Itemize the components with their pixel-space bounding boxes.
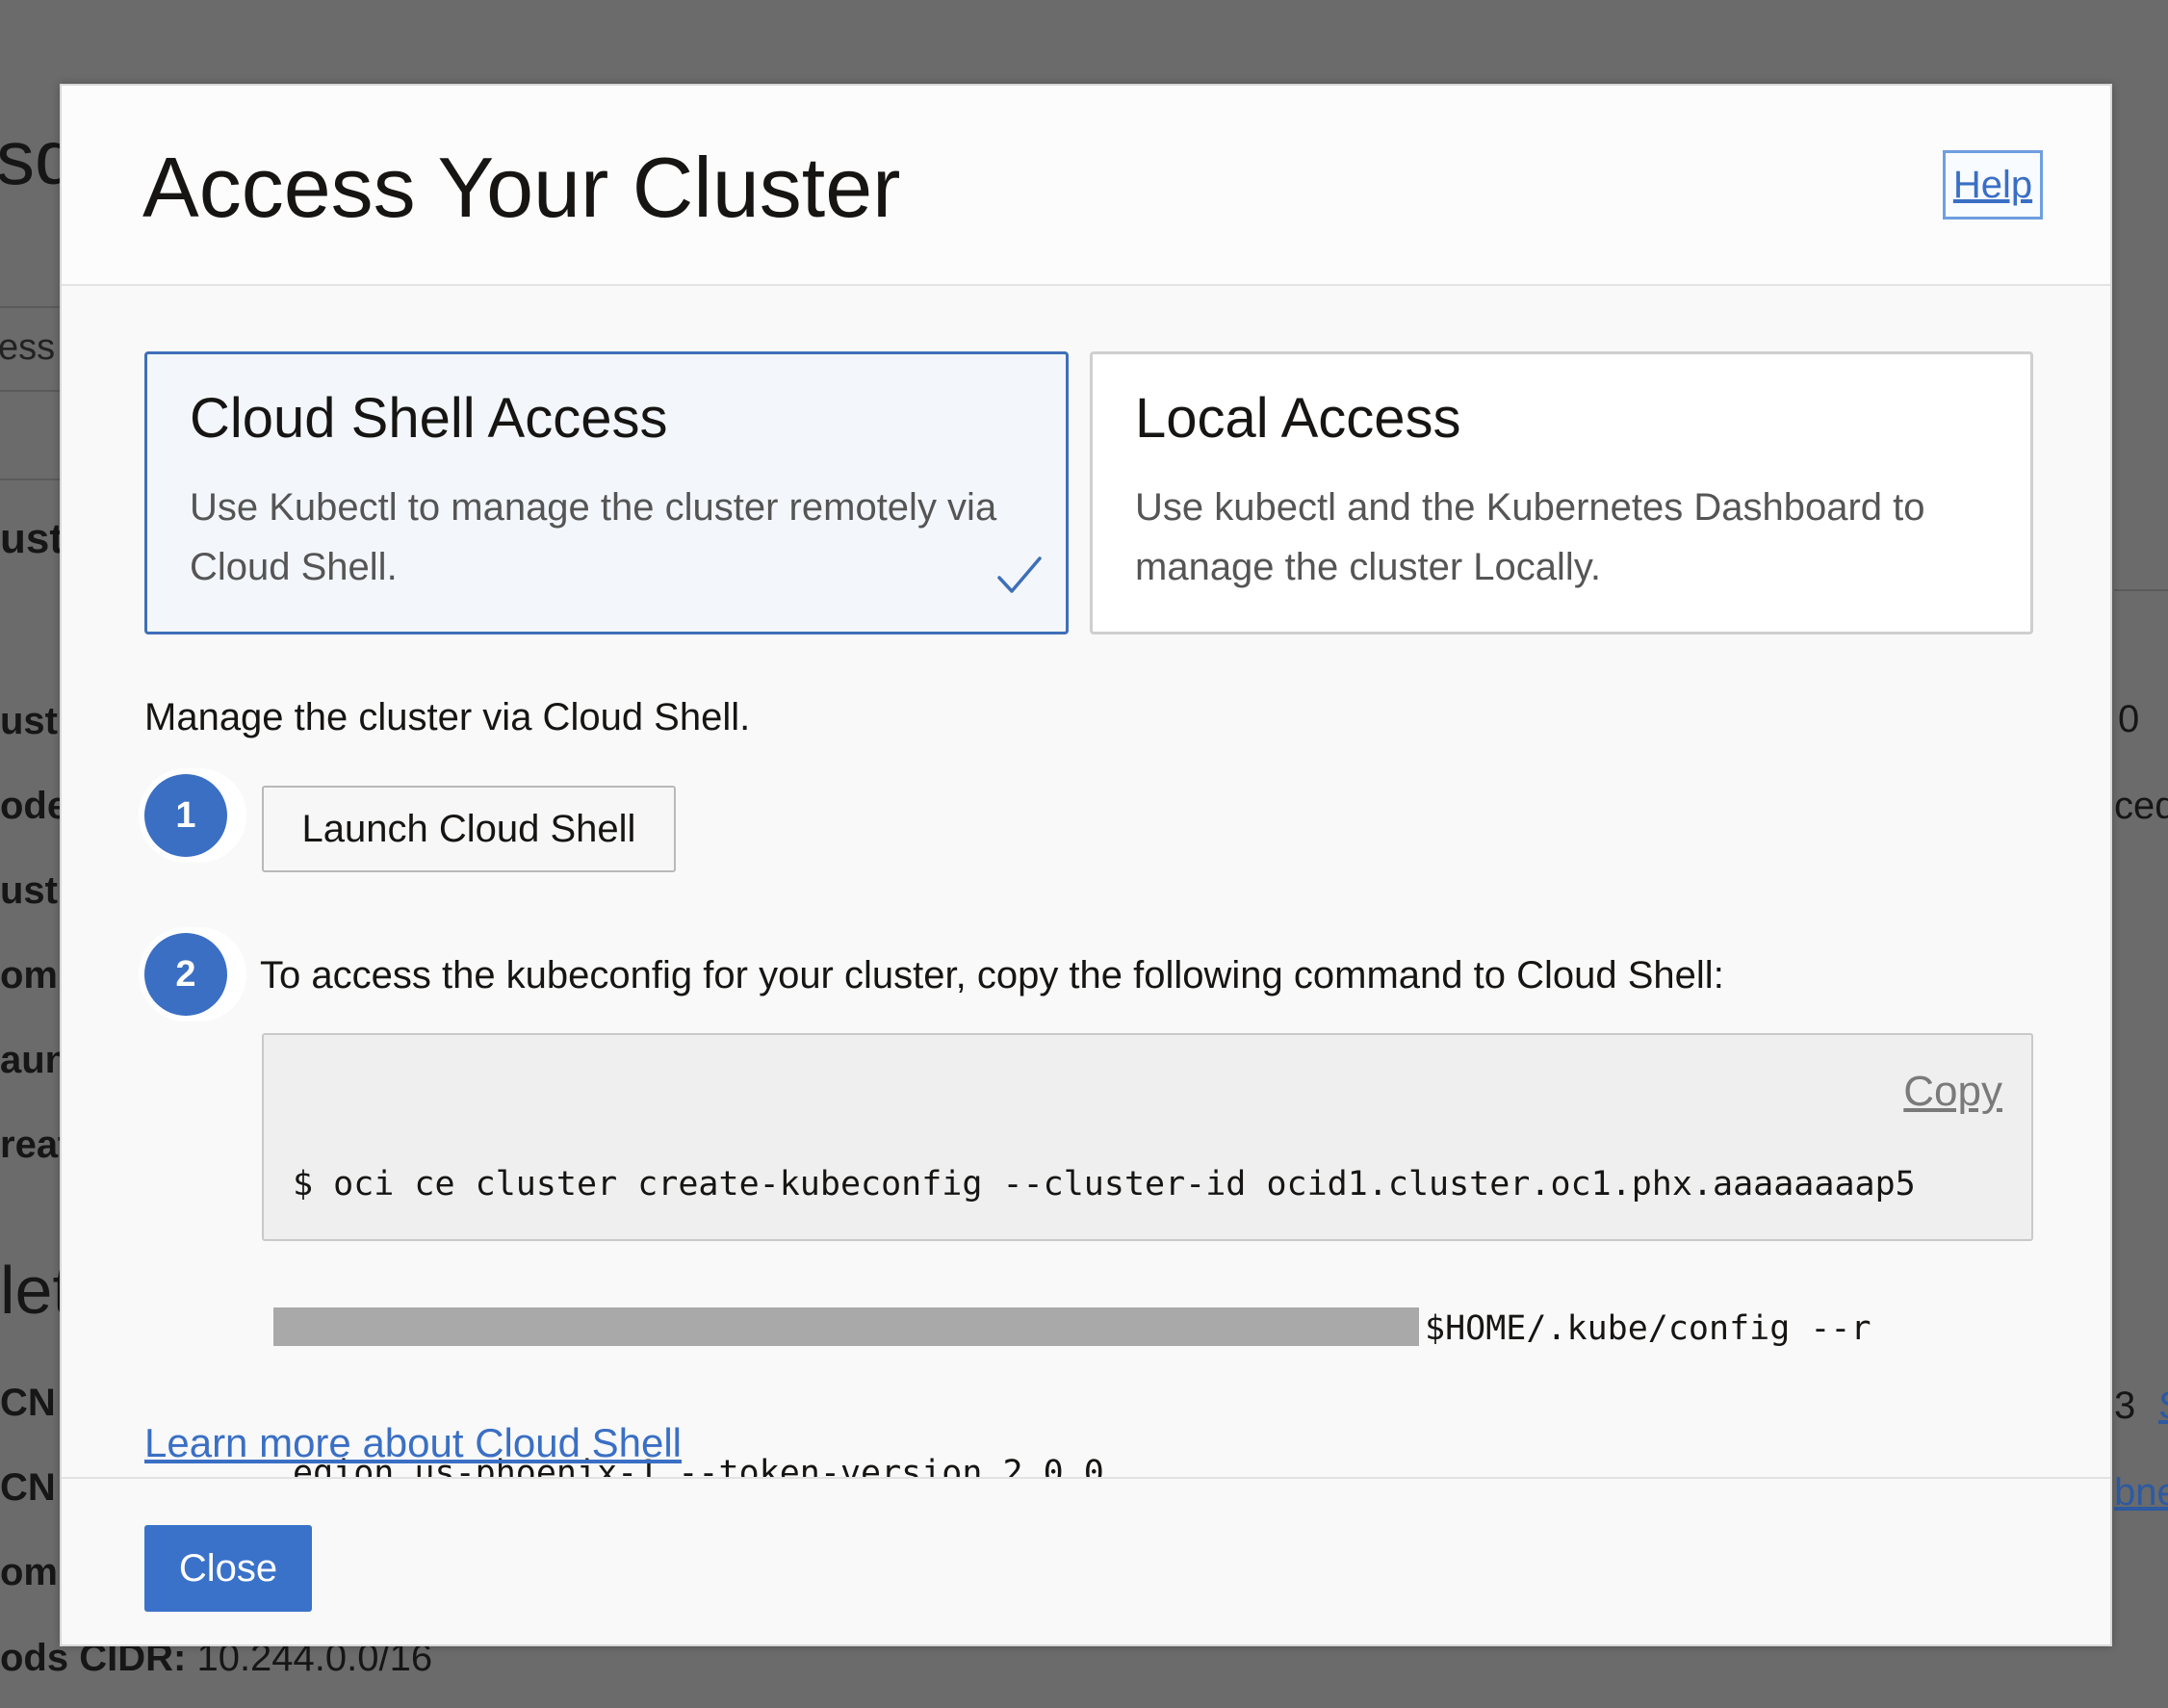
redacted-region	[273, 1307, 1419, 1346]
bg-fragment: ced	[2114, 785, 2168, 827]
close-button[interactable]: Close	[144, 1525, 312, 1612]
bg-fragment: 3	[2114, 1385, 2136, 1427]
checkmark-icon	[997, 556, 1042, 593]
dialog-header: Access Your Cluster Help	[62, 86, 2110, 286]
access-cluster-dialog: Access Your Cluster Help Cloud Shell Acc…	[60, 84, 2112, 1646]
learn-more-link[interactable]: Learn more about Cloud Shell	[144, 1416, 682, 1470]
dialog-footer: Close	[62, 1477, 2110, 1644]
tile-description: Use Kubectl to manage the cluster remote…	[190, 486, 997, 588]
tile-title: Cloud Shell Access	[190, 387, 668, 450]
command-line-2-text: $HOME/.kube/config --r	[1425, 1309, 1871, 1348]
kubeconfig-instruction: To access the kubeconfig for your cluste…	[260, 954, 1724, 996]
bg-fragment: CN	[0, 1466, 56, 1509]
bg-fragment: CN	[0, 1382, 56, 1424]
bg-fragment: ode	[0, 785, 69, 827]
bg-divider	[2114, 589, 2168, 591]
bg-fragment: aun	[0, 1039, 69, 1081]
bg-divider	[0, 306, 60, 308]
bg-fragment: ess	[0, 327, 56, 368]
bg-fragment: 0	[2118, 698, 2140, 740]
help-link[interactable]: Help	[1943, 150, 2043, 220]
bg-fragment: ust	[0, 869, 58, 912]
manage-cluster-text: Manage the cluster via Cloud Shell.	[144, 696, 751, 738]
tile-local-access[interactable]: Local Access Use kubectl and the Kuberne…	[1090, 351, 2033, 634]
copy-link[interactable]: Copy	[1903, 1068, 2002, 1116]
dialog-title: Access Your Cluster	[142, 140, 901, 235]
tile-cloud-shell-access[interactable]: Cloud Shell Access Use Kubectl to manage…	[144, 351, 1069, 634]
command-line-1: $ oci ce cluster create-kubeconfig --clu…	[293, 1165, 1916, 1203]
step-number-badge: 2	[144, 933, 227, 1016]
tile-description: Use kubectl and the Kubernetes Dashboard…	[1135, 486, 1925, 588]
command-line-2: $HOME/.kube/config --r	[273, 1305, 1871, 1353]
bg-fragment: ust	[0, 515, 64, 562]
bg-divider	[0, 479, 60, 480]
launch-cloud-shell-button[interactable]: Launch Cloud Shell	[262, 786, 676, 872]
bg-fragment: ust	[0, 700, 58, 742]
bg-fragment: bne	[2114, 1471, 2168, 1514]
step-number-badge: 1	[144, 774, 227, 857]
command-box[interactable]: $ oci ce cluster create-kubeconfig --clu…	[262, 1033, 2033, 1492]
bg-fragment: S	[2158, 1385, 2168, 1428]
tile-title: Local Access	[1135, 387, 1461, 450]
bg-divider	[0, 390, 60, 392]
